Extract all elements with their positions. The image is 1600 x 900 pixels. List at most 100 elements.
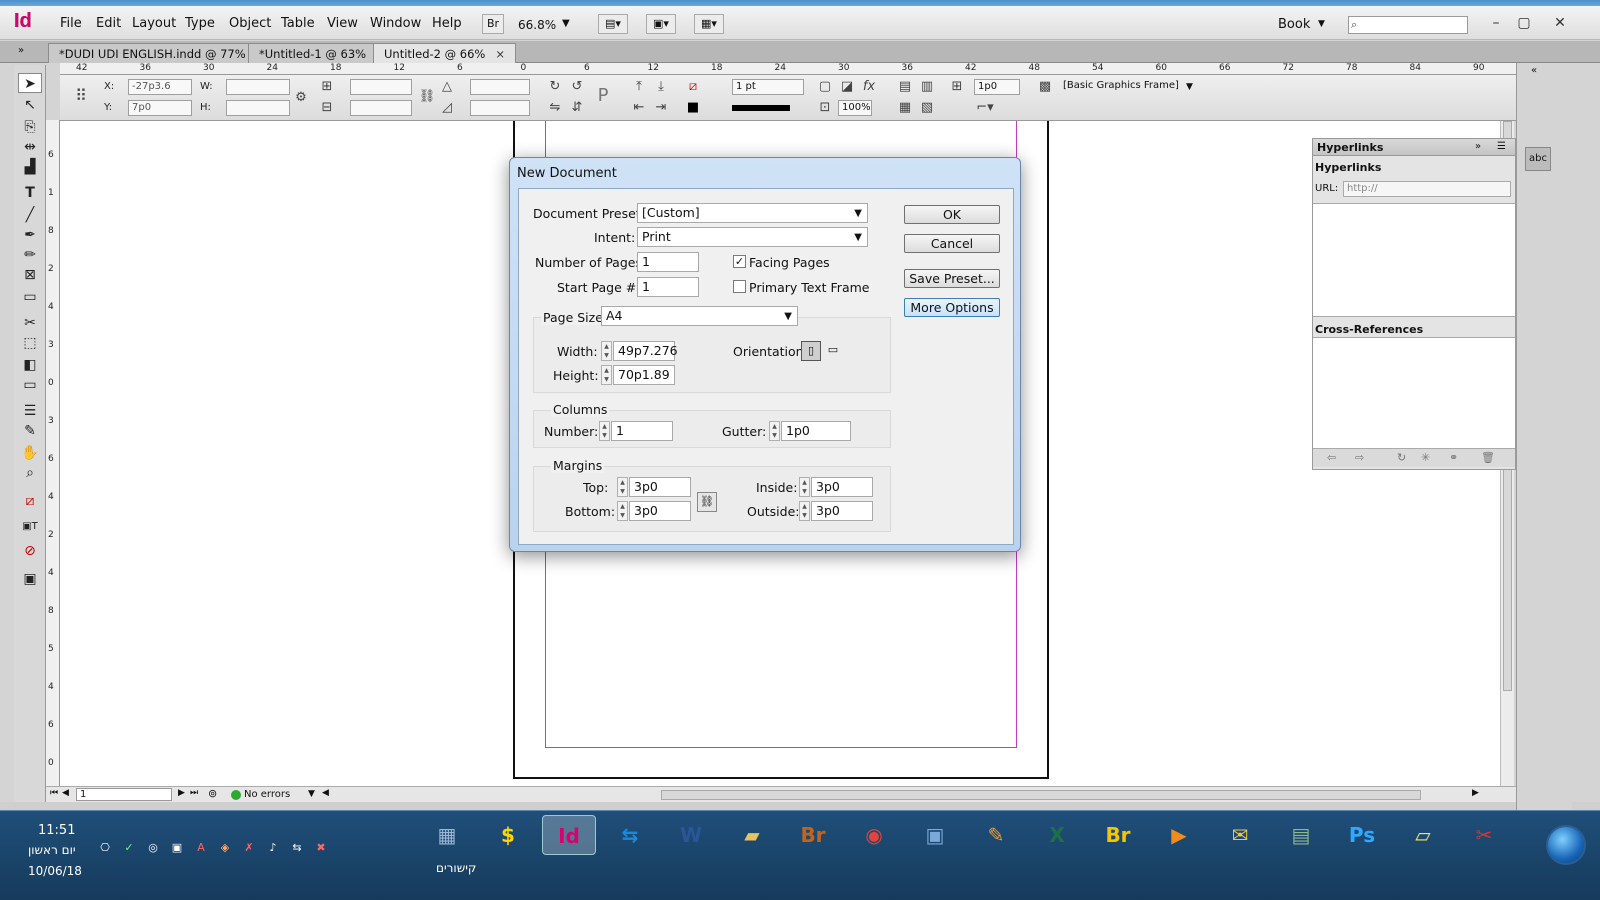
taskbar-tool-icon[interactable]: ✂: [1457, 815, 1511, 855]
selection-tool-icon[interactable]: ➤: [18, 73, 42, 93]
menu-table[interactable]: Table: [281, 16, 315, 31]
panel-menu-icon[interactable]: ☰: [1497, 141, 1506, 152]
shear-field[interactable]: [470, 100, 530, 116]
help-search-input[interactable]: ⌕: [1348, 16, 1468, 34]
taskbar-money-icon[interactable]: $: [481, 815, 535, 855]
cloud-tray-icon[interactable]: ◈: [218, 841, 232, 855]
y-field[interactable]: 7p0: [128, 100, 192, 116]
pencil-tool-icon[interactable]: ✏: [18, 245, 42, 265]
h-field[interactable]: [226, 100, 290, 116]
menu-edit[interactable]: Edit: [96, 16, 121, 31]
gradient-swatch-tool-icon[interactable]: ◧: [18, 355, 42, 375]
gap-tool-icon[interactable]: ⇹: [18, 137, 42, 157]
flip-v-icon[interactable]: ⇵: [568, 99, 586, 117]
scale-x-field[interactable]: [350, 79, 412, 95]
network-off-tray-icon[interactable]: ✗: [242, 841, 256, 855]
hyperlinks-panel-icon[interactable]: abc: [1525, 147, 1551, 171]
constrain-proportions-icon[interactable]: ⚙: [292, 89, 310, 107]
taskbar-window-icon[interactable]: ▤: [1274, 815, 1328, 855]
eyedropper-tool-icon[interactable]: ✎: [18, 421, 42, 441]
select-content-icon[interactable]: ⤓: [652, 78, 670, 96]
fill-none-icon[interactable]: ⧄: [684, 78, 702, 96]
screen-mode-icon[interactable]: ▣▾: [646, 14, 676, 34]
volume-tray-icon[interactable]: ♪: [266, 841, 280, 855]
drop-shadow-icon[interactable]: ▢: [816, 78, 834, 96]
security-tray-icon[interactable]: ✓: [122, 841, 136, 855]
taskbar-outlook-icon[interactable]: ✉: [1213, 815, 1267, 855]
taskbar-excel-icon[interactable]: X: [1030, 815, 1084, 855]
note-tool-icon[interactable]: ☰: [18, 401, 42, 421]
direct-selection-tool-icon[interactable]: ↖: [18, 95, 42, 115]
rotate-cw-icon[interactable]: ↻: [546, 78, 564, 96]
start-button[interactable]: [1546, 825, 1586, 865]
hyperlinks-tab[interactable]: Hyperlinks: [1313, 139, 1515, 156]
screen-mode-tool-icon[interactable]: ▣: [18, 569, 42, 589]
rotation-field[interactable]: [470, 79, 530, 95]
corner-options-icon[interactable]: ⌐▾: [976, 99, 994, 117]
menu-layout[interactable]: Layout: [132, 16, 176, 31]
formatting-affects-icon[interactable]: ▣T: [18, 517, 42, 537]
cross-references-list[interactable]: [1313, 337, 1515, 449]
top-margin-stepper[interactable]: ▲ ▼: [617, 477, 628, 497]
reference-point-icon[interactable]: ⠿: [72, 87, 90, 105]
horizontal-ruler[interactable]: 42 36 30 24 18 12 6 0 6 12 18 24 30 36 42 48 54 60 66 72 78 8…: [60, 63, 1530, 75]
panel-collapse-icon[interactable]: »: [1475, 141, 1481, 152]
horizontal-scroll-thumb[interactable]: [661, 790, 1421, 800]
taskbar-photoshop-icon[interactable]: Ps: [1335, 815, 1389, 855]
tab-dudi-udi-english[interactable]: *DUDI UDI ENGLISH.indd @ 77%×: [48, 43, 277, 63]
free-transform-tool-icon[interactable]: ⬚: [18, 333, 42, 353]
ok-button[interactable]: OK: [904, 205, 1000, 224]
top-margin-input[interactable]: 3p0: [629, 477, 691, 497]
quick-launch-label[interactable]: קישורים: [436, 861, 476, 875]
taskbar-word-icon[interactable]: W: [664, 815, 718, 855]
column-number-stepper[interactable]: ▲ ▼: [599, 421, 610, 441]
workspace-switcher[interactable]: Book: [1278, 17, 1310, 32]
outside-margin-input[interactable]: 3p0: [811, 501, 873, 521]
outside-margin-stepper[interactable]: ▲ ▼: [799, 501, 810, 521]
menu-help[interactable]: Help: [432, 16, 462, 31]
network-tray-icon[interactable]: ⎔: [98, 841, 112, 855]
tab-untitled-2[interactable]: Untitled-2 @ 66% ×: [373, 43, 516, 63]
flip-h-icon[interactable]: ⇋: [546, 99, 564, 117]
adobe-tray-icon[interactable]: A: [194, 841, 208, 855]
scroll-right-icon[interactable]: ▶: [1472, 788, 1479, 798]
rectangle-tool-icon[interactable]: ▭: [18, 287, 42, 307]
landscape-orientation-icon[interactable]: ▭: [823, 341, 843, 361]
preflight-menu-icon[interactable]: ▼: [308, 789, 315, 799]
stroke-swatch-icon[interactable]: ■: [684, 99, 702, 117]
select-previous-icon[interactable]: ⇤: [630, 99, 648, 117]
gutter-stepper[interactable]: ▲ ▼: [769, 421, 780, 441]
bridge-button[interactable]: Br: [482, 14, 504, 34]
link-margins-icon[interactable]: ⛓: [697, 492, 717, 512]
teamviewer-tray-icon[interactable]: ⇆: [290, 841, 304, 855]
cancel-button[interactable]: Cancel: [904, 234, 1000, 253]
tabs-collapse-icon[interactable]: »: [18, 45, 24, 56]
taskbar-notes-icon[interactable]: ▱: [1396, 815, 1450, 855]
maximize-button[interactable]: ▢: [1510, 14, 1538, 34]
primary-text-frame-checkbox[interactable]: [733, 280, 746, 293]
fx-icon[interactable]: fx: [860, 78, 878, 96]
next-link-icon[interactable]: ⇨: [1355, 451, 1364, 464]
alert-tray-icon[interactable]: ✖: [314, 841, 328, 855]
update-tray-icon[interactable]: ◎: [146, 841, 160, 855]
column-number-input[interactable]: 1: [611, 421, 673, 441]
taskbar-network-icon[interactable]: ▣: [908, 815, 962, 855]
gradient-feather-tool-icon[interactable]: ▭: [18, 375, 42, 395]
preflight-icon[interactable]: ⊚: [208, 787, 217, 800]
more-options-button[interactable]: More Options: [904, 298, 1000, 317]
delete-icon[interactable]: 🗑: [1481, 451, 1495, 464]
dock-collapse-icon[interactable]: «: [1531, 65, 1537, 76]
page-number-field[interactable]: 1: [76, 788, 172, 801]
taskbar-chrome-icon[interactable]: ◉: [847, 815, 901, 855]
type-tool-icon[interactable]: T: [18, 183, 42, 203]
portrait-orientation-icon[interactable]: ▯: [801, 341, 821, 361]
height-input[interactable]: 70p1.89: [613, 365, 675, 385]
previous-link-icon[interactable]: ⇦: [1327, 451, 1336, 464]
refresh-icon[interactable]: ↻: [1397, 451, 1406, 464]
view-options-icon[interactable]: ▤▾: [598, 14, 628, 34]
text-wrap-box-icon[interactable]: ▥: [918, 78, 936, 96]
zoom-level[interactable]: 66.8%: [518, 18, 556, 32]
minimize-button[interactable]: –: [1482, 14, 1510, 34]
zoom-dropdown-icon[interactable]: ▼: [562, 18, 570, 29]
arrange-documents-icon[interactable]: ▦▾: [694, 14, 724, 34]
